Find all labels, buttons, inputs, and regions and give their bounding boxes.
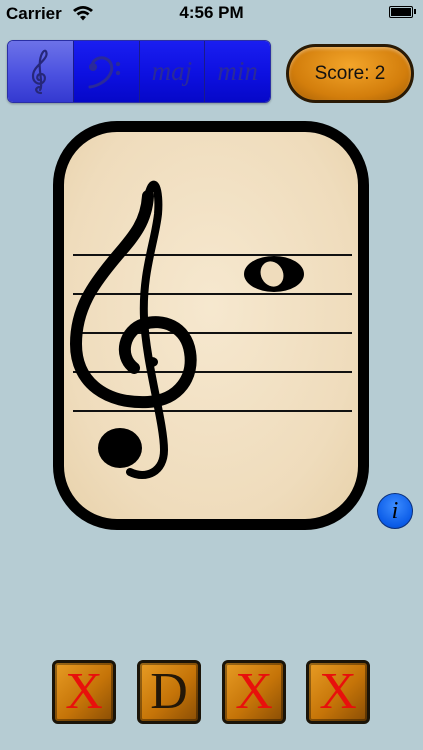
answer-buttons: X D X X (0, 660, 423, 724)
staff-lines (73, 254, 352, 412)
answer-button-3[interactable]: X (222, 660, 286, 724)
clock: 4:56 PM (179, 3, 244, 22)
treble-clef-icon (32, 49, 48, 94)
segment-bass-clef[interactable] (73, 41, 140, 102)
score-badge: Score: 2 (286, 44, 414, 103)
status-bar: Carrier 4:56 PM (0, 0, 423, 26)
whole-note (244, 256, 304, 292)
staff-notation (69, 180, 352, 480)
answer-button-2[interactable]: D (137, 660, 201, 724)
segment-minor[interactable]: min (205, 41, 270, 102)
note-card (53, 121, 369, 530)
segment-major[interactable]: maj (139, 41, 206, 102)
battery-icon (389, 6, 416, 18)
answer-button-1[interactable]: X (52, 660, 116, 724)
segment-treble-clef[interactable] (8, 41, 74, 102)
bass-clef-icon (88, 55, 121, 88)
info-button[interactable]: i (377, 493, 413, 529)
clef-mode-selector: maj min (7, 40, 271, 103)
treble-clef-icon (69, 180, 197, 480)
answer-button-4[interactable]: X (306, 660, 370, 724)
